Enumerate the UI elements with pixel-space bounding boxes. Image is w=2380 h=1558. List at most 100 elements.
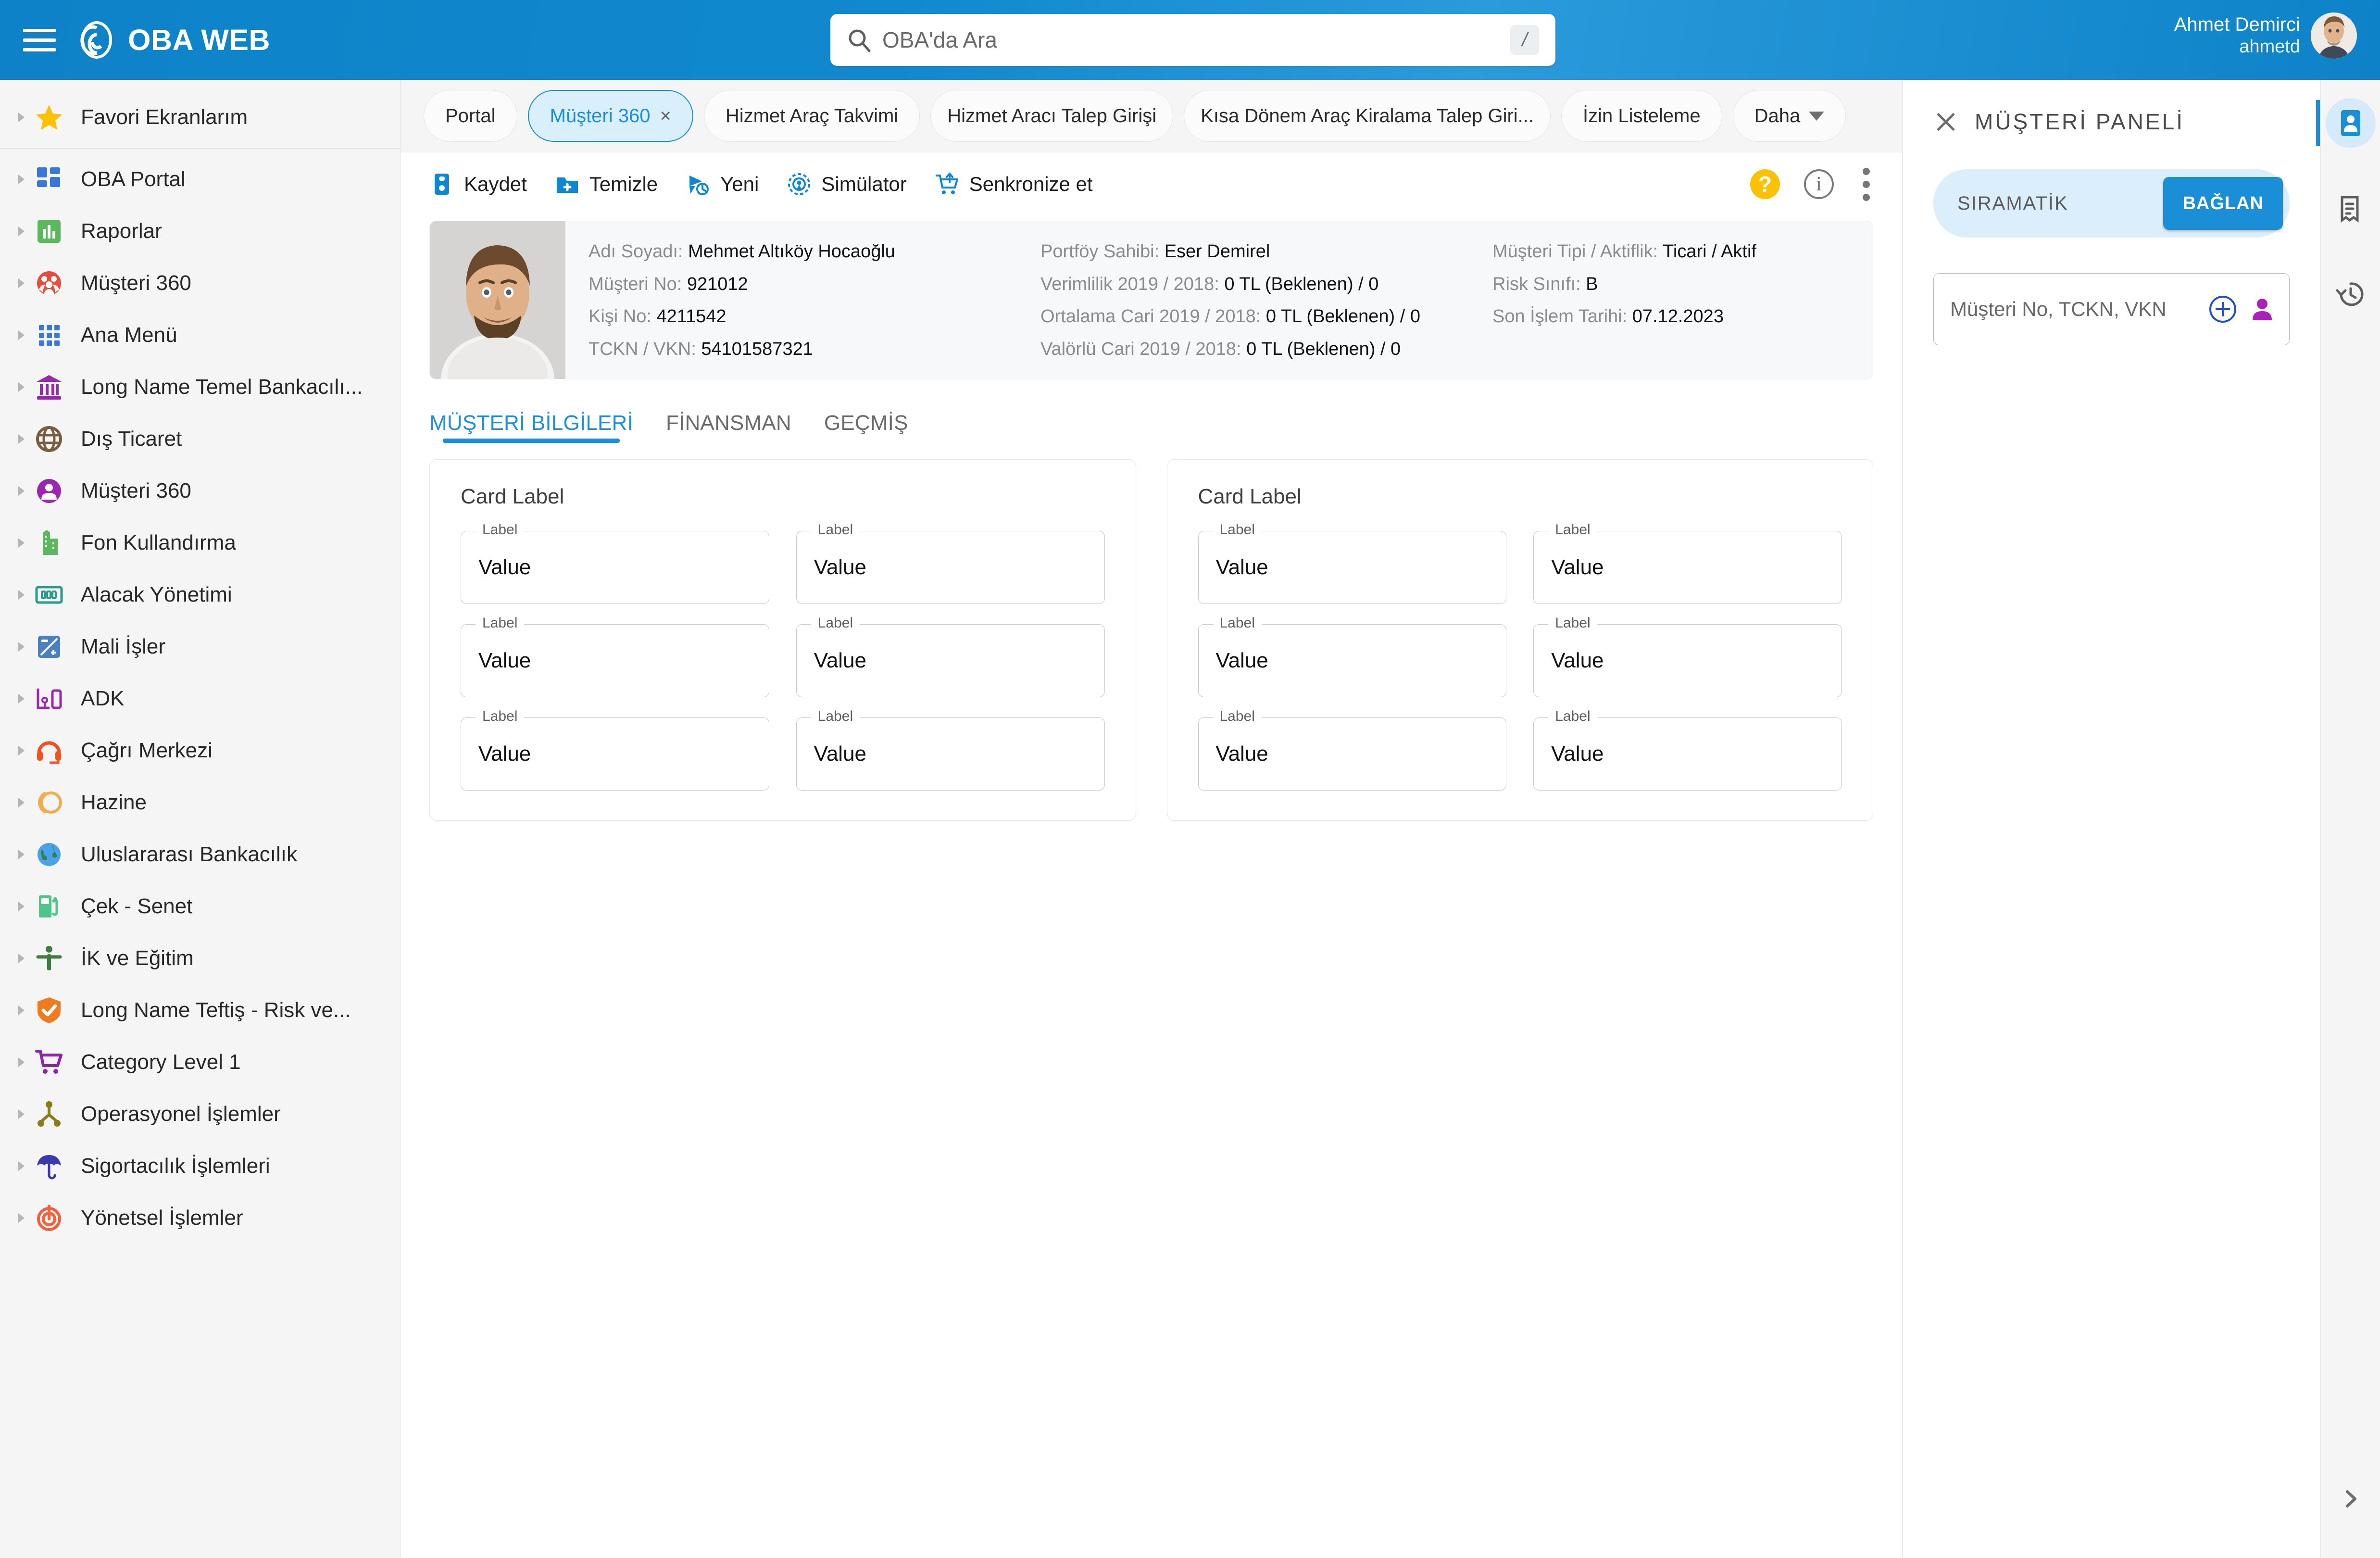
chevron-right-icon[interactable] [11, 328, 32, 342]
tab-3[interactable]: Hizmet Aracı Talep Girişi [930, 90, 1174, 142]
app-root: OBA WEB / Ahmet Demirci ahmetd [0, 0, 2380, 1558]
sidebar-item-7[interactable]: Müşteri 360 [0, 465, 400, 517]
chevron-right-icon[interactable] [11, 1107, 32, 1121]
toolbar-action-4[interactable]: Senkronize et [935, 172, 1093, 197]
close-icon[interactable] [1933, 109, 1958, 134]
avatar[interactable] [2311, 13, 2357, 59]
form-field[interactable]: Label Value [1533, 615, 1842, 697]
tab-1[interactable]: Müşteri 360 × [527, 90, 693, 142]
tab-5[interactable]: İzin Listeleme [1561, 90, 1722, 142]
form-field[interactable]: Label Value [461, 708, 769, 791]
tab-2[interactable]: Hizmet Araç Takvimi [703, 90, 920, 142]
panel-customer-search[interactable] [1933, 273, 2290, 345]
tab-0[interactable]: Portal [424, 90, 517, 142]
sidebar-item-2[interactable]: Raporlar [0, 205, 400, 257]
chevron-right-icon[interactable] [11, 640, 32, 654]
user-menu[interactable]: Ahmet Demirci ahmetd [2174, 13, 2357, 59]
sidebar-item-12[interactable]: Çağrı Merkezi [0, 725, 400, 777]
chevron-right-icon[interactable] [11, 1159, 32, 1173]
sidebar-item-21[interactable]: Yönetsel İşlemler [0, 1192, 400, 1244]
sidebar-item-18[interactable]: Category Level 1 [0, 1036, 400, 1088]
user-fullname: Ahmet Demirci [2174, 13, 2300, 35]
form-field[interactable]: Label Value [1198, 708, 1507, 791]
chevron-right-icon[interactable] [11, 691, 32, 706]
sidebar-item-0[interactable]: Favori Ekranlarım [0, 91, 400, 143]
sidebar-item-5[interactable]: Long Name Temel Bankacılı... [0, 361, 400, 413]
sidebar-item-16[interactable]: İK ve Eğitim [0, 932, 400, 984]
chevron-right-icon[interactable] [11, 224, 32, 239]
rail-button-contact[interactable] [2316, 98, 2376, 148]
tab-close-icon[interactable]: × [660, 105, 671, 127]
sidebar-item-label: Uluslararası Bankacılık [81, 842, 297, 866]
chevron-right-icon[interactable] [11, 588, 32, 602]
chevron-right-icon[interactable] [11, 743, 32, 758]
sidebar-item-3[interactable]: Müşteri 360 [0, 257, 400, 309]
field-value: Value [1551, 742, 1604, 766]
toolbar-action-1[interactable]: Temizle [555, 172, 658, 197]
form-field[interactable]: Label Value [461, 615, 769, 697]
sidebar-item-14[interactable]: Uluslararası Bankacılık [0, 829, 400, 880]
sidebar-item-17[interactable]: Long Name Teftiş - Risk ve... [0, 984, 400, 1036]
chevron-right-icon[interactable] [11, 899, 32, 914]
sidebar-item-15[interactable]: Çek - Senet [0, 880, 400, 932]
sidebar-item-10[interactable]: Mali İşler [0, 621, 400, 673]
toolbar-action-2[interactable]: Yeni [686, 172, 759, 197]
form-field[interactable]: Label Value [796, 708, 1105, 791]
chevron-right-icon[interactable] [11, 536, 32, 550]
rail-button-receipt[interactable] [2326, 184, 2376, 234]
chevron-right-icon[interactable] [11, 795, 32, 810]
form-field[interactable]: Label Value [1533, 708, 1842, 791]
sidebar-item-20[interactable]: Sigortacılık İşlemleri [0, 1140, 400, 1192]
chevron-right-icon[interactable] [11, 432, 32, 446]
rail-expand-button[interactable] [2321, 1486, 2380, 1512]
chevron-right-icon[interactable] [11, 172, 32, 187]
chevron-right-icon[interactable] [11, 1003, 32, 1018]
sidebar-item-19[interactable]: Operasyonel İşlemler [0, 1088, 400, 1140]
rail-button-history[interactable] [2326, 269, 2376, 319]
search-input[interactable] [882, 27, 1510, 53]
form-field[interactable]: Label Value [1198, 522, 1507, 604]
customer-column-1: Adı Soyadı: Mehmet Altıköy Hocaoğlu Müşte… [589, 241, 1040, 359]
chevron-down-icon[interactable] [1809, 111, 1825, 121]
detail-tab-2[interactable]: GEÇMİŞ [824, 411, 908, 443]
sidebar-item-label: Mali İşler [81, 635, 166, 658]
toolbar-action-3[interactable]: Simülator [787, 172, 907, 197]
tab-6[interactable]: Daha [1732, 90, 1846, 142]
customer-field: Müşteri Tipi / Aktiflik: Ticari / Aktif [1492, 241, 1829, 263]
sidebar-item-8[interactable]: Fon Kullandırma [0, 517, 400, 569]
form-field[interactable]: Label Value [1533, 522, 1842, 604]
chevron-right-icon[interactable] [11, 380, 32, 394]
detail-tab-1[interactable]: FİNANSMAN [666, 411, 791, 443]
form-field[interactable]: Label Value [796, 615, 1105, 697]
chevron-right-icon[interactable] [11, 951, 32, 966]
form-field[interactable]: Label Value [1198, 615, 1507, 697]
chevron-right-icon[interactable] [11, 1211, 32, 1225]
customer-search-input[interactable] [1950, 298, 2197, 321]
form-field[interactable]: Label Value [461, 522, 769, 604]
global-search[interactable]: / [830, 14, 1555, 66]
sidebar-item-label: Çağrı Merkezi [81, 739, 213, 762]
chevron-right-icon[interactable] [11, 110, 32, 125]
chevron-right-icon[interactable] [11, 1055, 32, 1069]
detail-tab-0[interactable]: MÜŞTERİ BİLGİLERİ [429, 411, 633, 443]
info-circle-icon[interactable]: i [1804, 169, 1834, 199]
chevron-right-icon[interactable] [11, 276, 32, 290]
hierarchy-icon [32, 1099, 66, 1129]
sidebar-item-11[interactable]: ADK [0, 673, 400, 725]
hamburger-icon[interactable] [23, 22, 59, 58]
toolbar-action-0[interactable]: Kaydet [429, 172, 527, 197]
chevron-right-icon[interactable] [11, 847, 32, 862]
tab-4[interactable]: Kısa Dönem Araç Kiralama Talep Giri... [1184, 90, 1551, 142]
plus-circle-icon[interactable] [2207, 294, 2238, 325]
person-icon[interactable] [2249, 296, 2276, 323]
connect-button[interactable]: BAĞLAN [2163, 177, 2283, 230]
chevron-right-icon[interactable] [11, 484, 32, 498]
help-question-icon[interactable]: ? [1750, 169, 1780, 199]
form-field[interactable]: Label Value [796, 522, 1105, 604]
sidebar-item-9[interactable]: Alacak Yönetimi [0, 569, 400, 621]
sidebar-item-6[interactable]: Dış Ticaret [0, 413, 400, 465]
kebab-menu-icon[interactable] [1858, 167, 1874, 201]
sidebar-item-13[interactable]: Hazine [0, 777, 400, 829]
sidebar-item-1[interactable]: OBA Portal [0, 153, 400, 205]
sidebar-item-4[interactable]: Ana Menü [0, 309, 400, 361]
